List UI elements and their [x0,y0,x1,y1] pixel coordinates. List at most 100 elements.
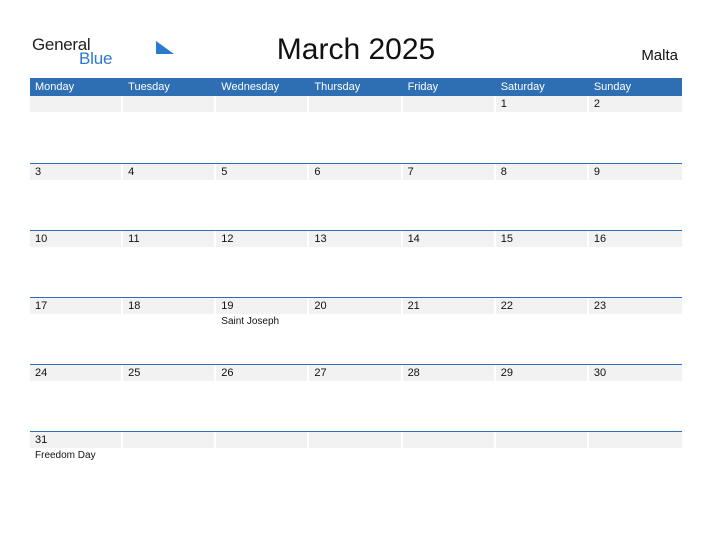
day-cell[interactable]: 15 [495,231,589,297]
day-number: 13 [314,233,327,245]
day-number: 31 [35,434,48,446]
date-strip [123,164,215,180]
empty-day-cell [588,432,682,498]
day-number: 23 [593,300,607,312]
date-strip [30,96,122,112]
holiday-label: Freedom Day [35,450,96,461]
empty-day-cell [123,96,216,163]
day-cell[interactable]: 28 [402,365,496,431]
day-cell[interactable]: 10 [30,231,123,297]
empty-day-cell [216,96,309,163]
week-row: 31 Freedom Day [30,431,682,498]
day-cell[interactable]: 9 [588,164,682,230]
day-number: 16 [593,233,607,245]
week-row: 12 [30,96,682,163]
date-strip [402,164,494,180]
empty-day-cell [309,432,402,498]
day-cell[interactable]: 20 [309,298,402,364]
day-cell[interactable]: 19 Saint Joseph [216,298,309,364]
day-number: 18 [128,300,141,312]
calendar-grid: Monday Tuesday Wednesday Thursday Friday Satu… [30,78,682,498]
day-cell[interactable]: 7 [402,164,496,230]
date-strip [588,164,682,180]
day-cell[interactable]: 24 [30,365,123,431]
day-number: 26 [221,367,234,379]
day-cell[interactable]: 26 [216,365,309,431]
week-row: 24 25 26 27 28 29 30 [30,364,682,431]
weekday-wednesday: Wednesday [221,81,280,93]
empty-day-cell [309,96,402,163]
day-cell[interactable]: 27 [309,365,402,431]
week-row: 17 18 19 Saint Joseph 20 21 22 23 [30,297,682,364]
day-cell[interactable]: 30 [588,365,682,431]
day-cell[interactable]: 21 [402,298,496,364]
day-number: 20 [314,300,327,312]
day-cell[interactable]: 23 [588,298,682,364]
day-number: 19 [221,300,234,312]
empty-day-cell [30,96,123,163]
date-strip [495,96,587,112]
week-row: 10 11 12 13 14 15 16 [30,230,682,297]
day-cell[interactable]: 16 [588,231,682,297]
day-cell[interactable]: 2 [588,96,682,163]
day-number: 21 [407,300,420,312]
holiday-label: Saint Joseph [221,316,280,327]
day-cell[interactable]: 3 [30,164,123,230]
day-number: 9 [593,166,600,178]
day-number: 24 [35,367,48,379]
day-cell[interactable]: 31 Freedom Day [30,432,123,498]
date-strip [216,96,308,112]
day-number: 30 [593,367,607,379]
day-cell[interactable]: 22 [495,298,589,364]
day-number: 6 [314,166,321,178]
empty-day-cell [123,432,216,498]
day-number: 27 [314,367,327,379]
day-cell[interactable]: 29 [495,365,589,431]
weeks-container: 1 2 3 4 5 6 7 8 9 10 11 12 13 14 15 16 17 18 19 Saint Josep… [30,96,682,498]
day-cell[interactable]: 5 [216,164,309,230]
date-strip [402,432,494,448]
day-number: 10 [35,233,48,245]
week-row: 3 4 5 6 7 8 9 [30,163,682,230]
weekday-monday: Monday [35,81,75,93]
day-cell[interactable]: 4 [123,164,216,230]
day-cell[interactable]: 12 [216,231,309,297]
day-number: 25 [128,367,141,379]
weekday-thursday: Thursday [314,81,361,93]
day-cell[interactable]: 6 [309,164,402,230]
day-number: 11 [128,233,140,245]
date-strip [309,96,401,112]
date-strip [216,164,308,180]
date-strip [588,432,682,448]
weekday-header: Monday Tuesday Wednesday Thursday Friday Satu… [30,78,682,96]
day-cell[interactable]: 25 [123,365,216,431]
day-number: 17 [35,300,48,312]
day-cell[interactable]: 13 [309,231,402,297]
day-cell[interactable]: 1 [495,96,589,163]
day-number: 5 [221,166,228,178]
day-cell[interactable]: 8 [495,164,589,230]
day-number: 8 [500,166,507,178]
day-number: 4 [128,166,135,178]
empty-day-cell [216,432,309,498]
weekday-sunday: Sunday [593,81,632,93]
day-number: 7 [407,166,414,178]
date-strip [495,432,587,448]
weekday-friday: Friday [407,81,439,93]
day-number: 12 [221,233,234,245]
day-cell[interactable]: 14 [402,231,496,297]
date-strip [402,96,494,112]
weekday-tuesday: Tuesday [128,81,170,93]
date-strip [309,432,401,448]
day-number: 1 [500,98,507,110]
day-number: 2 [593,98,600,110]
date-strip [495,164,587,180]
date-strip [123,432,215,448]
day-number: 22 [500,300,513,312]
country-label: Malta [641,47,678,64]
day-cell[interactable]: 18 [123,298,216,364]
day-cell[interactable]: 17 [30,298,123,364]
weekday-saturday: Saturday [500,81,545,93]
day-cell[interactable]: 11 [123,231,216,297]
day-number: 15 [500,233,513,245]
